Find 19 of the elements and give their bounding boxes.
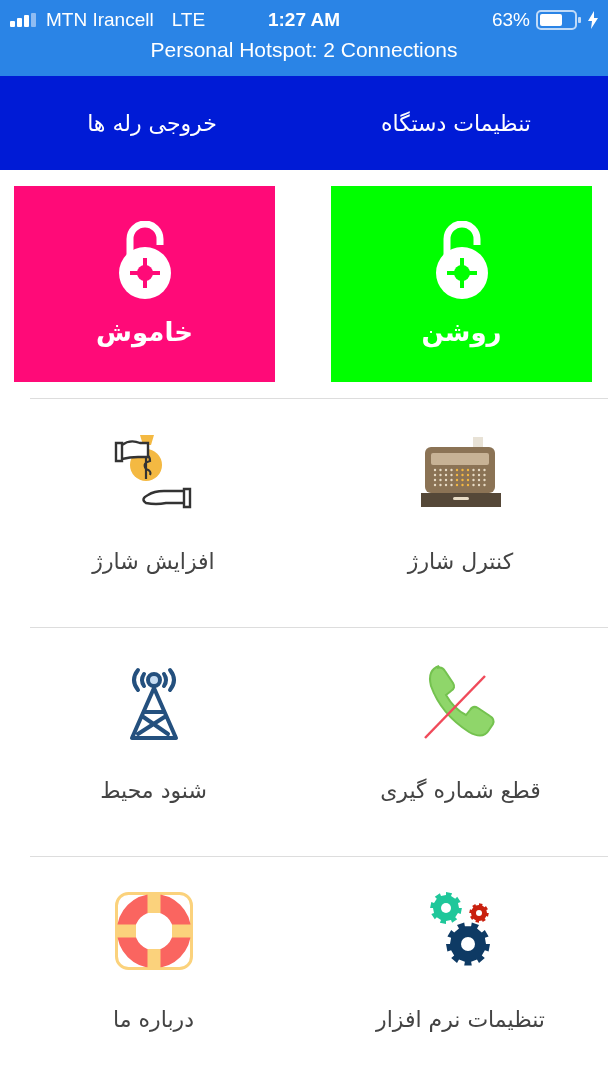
nav-tab[interactable]: تنظیمات دستگاه <box>304 76 608 170</box>
menu-item[interactable]: قطع شماره گیری <box>307 628 608 856</box>
lifebuoy-icon <box>114 891 193 971</box>
menu-item[interactable]: تنظیمات نرم افزار <box>307 857 608 1080</box>
menu-item[interactable]: درباره ما <box>0 857 307 1080</box>
padlock-icon <box>434 221 489 299</box>
padlock-icon <box>117 221 172 299</box>
hotspot-label: Personal Hotspot: 2 Connections <box>150 38 458 62</box>
carrier-name: MTN Irancell <box>46 9 154 31</box>
menu-item[interactable]: افزایش شارژ <box>0 399 307 627</box>
menu-item[interactable]: کنترل شارژ <box>307 399 608 627</box>
switch-button[interactable]: خاموش <box>14 186 275 382</box>
charging-icon <box>588 11 598 29</box>
nav-tab[interactable]: خروجی رله ها <box>0 76 304 170</box>
menu-item[interactable]: شنود محیط <box>0 628 307 856</box>
battery-percent: 63% <box>491 9 530 31</box>
network-type: LTE <box>171 9 206 31</box>
clock-time: 1:27 AM <box>267 9 341 31</box>
battery-icon <box>536 10 582 30</box>
